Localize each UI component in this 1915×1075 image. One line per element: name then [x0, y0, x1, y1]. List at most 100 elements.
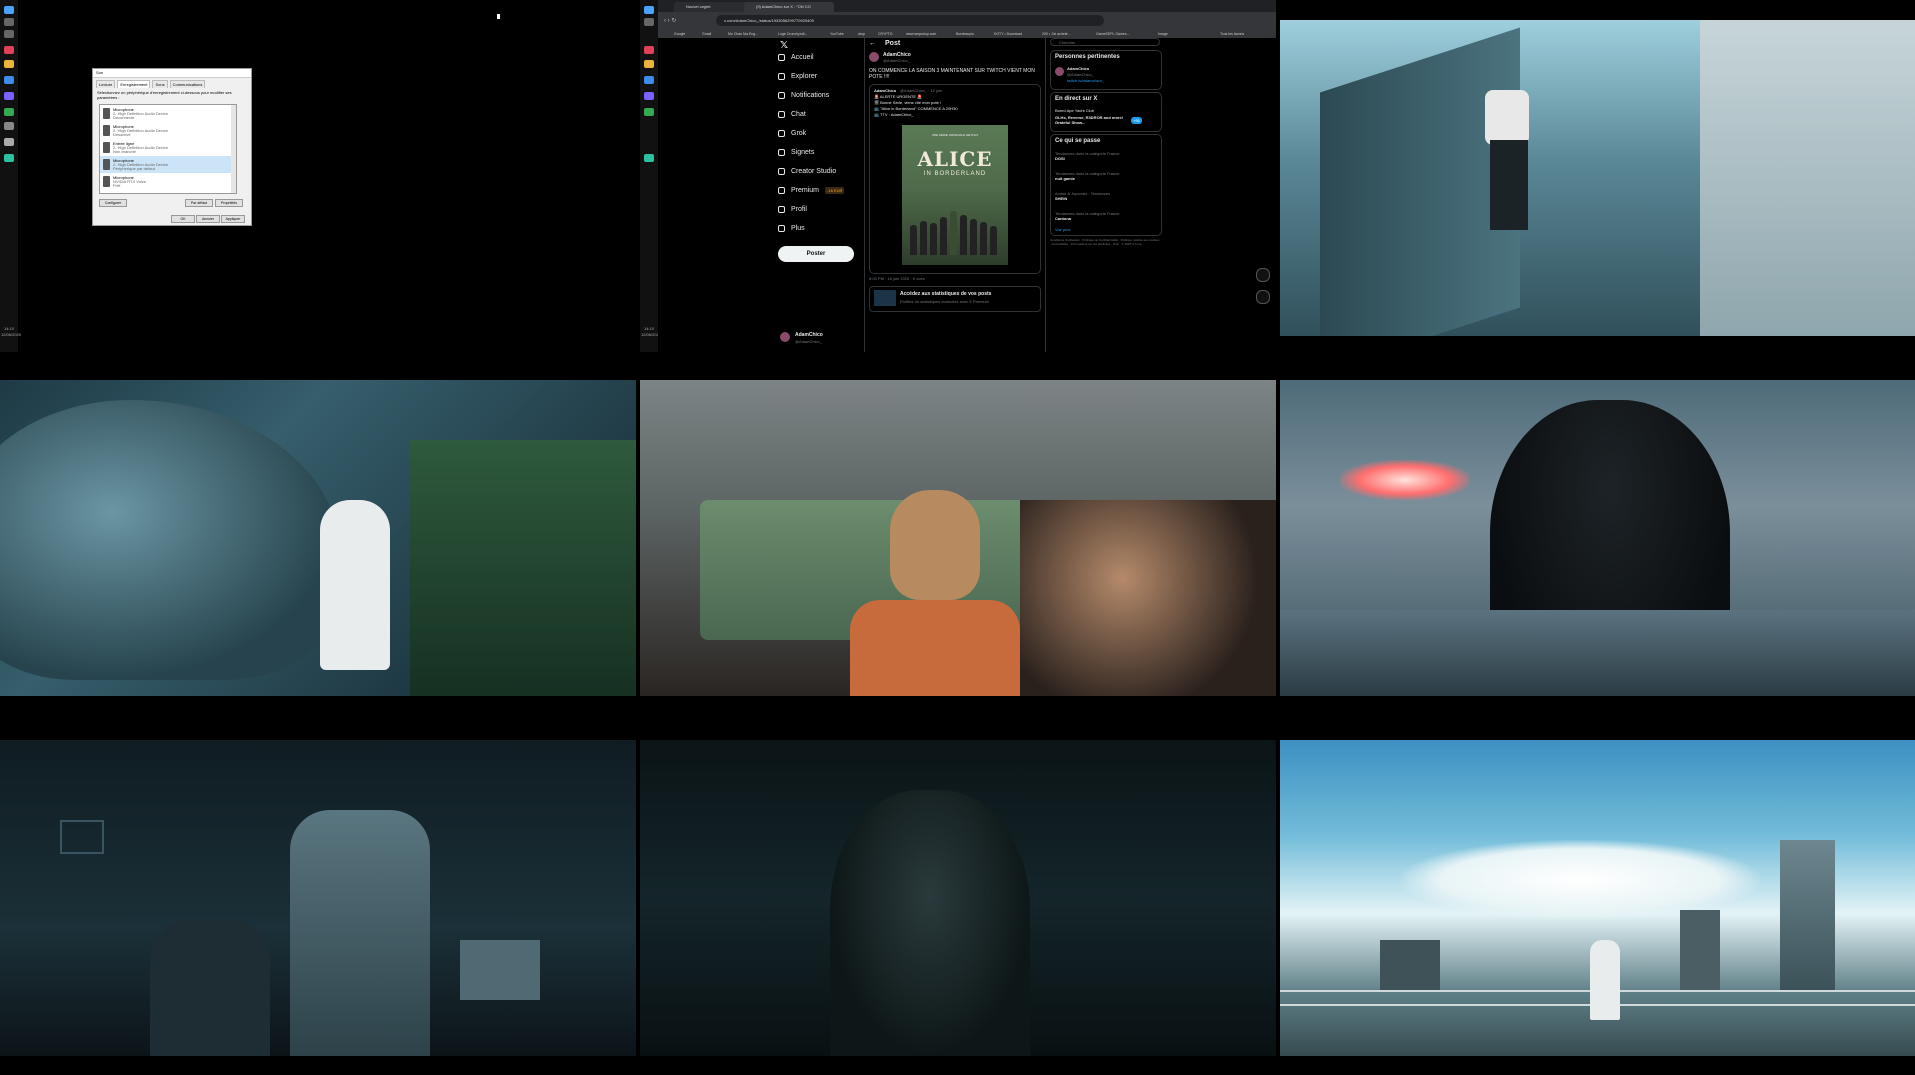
list-item[interactable]: Entrée ligne 2- High Definition Audio Dev… — [100, 139, 236, 156]
person-shape — [290, 810, 430, 1056]
list-item[interactable]: Microphone 2- High Definition Audio Devic… — [100, 105, 236, 122]
tab-recording[interactable]: Enregistrement — [117, 80, 151, 88]
trend-item[interactable]: Tendances dans la catégorie France nuit g… — [1055, 171, 1119, 181]
microphone-icon — [103, 159, 110, 170]
list-item[interactable]: Microphone 2- High Definition Audio Devic… — [100, 122, 236, 139]
steam-icon[interactable] — [4, 76, 14, 84]
ok-button[interactable]: OK — [171, 215, 195, 223]
chrome-icon[interactable] — [644, 108, 654, 116]
bookmark[interactable]: GameSEPL Games... — [1096, 30, 1130, 38]
app-icon[interactable] — [4, 46, 14, 54]
folder-icon[interactable] — [644, 60, 654, 68]
bookmark[interactable]: Google — [674, 30, 685, 38]
nav-label: Accueil — [791, 54, 814, 61]
obs-icon[interactable] — [644, 154, 654, 162]
default-button[interactable]: Par défaut — [185, 199, 213, 207]
bookmark[interactable]: Mo Chan Ma Eng... — [728, 30, 758, 38]
bookmark[interactable]: Bordeaupio — [956, 30, 974, 38]
nav-label: Chat — [791, 111, 806, 118]
start-icon[interactable] — [4, 6, 14, 14]
scrollbar[interactable] — [231, 105, 236, 193]
url-input[interactable]: x.com/AdamChico_/status/1933056299770925… — [716, 15, 1104, 26]
tab-playback[interactable]: Lecture — [96, 80, 116, 88]
discord-icon[interactable] — [644, 92, 654, 100]
app-icon[interactable] — [4, 138, 14, 146]
obs-icon[interactable] — [4, 154, 14, 162]
bushes-shape — [410, 440, 636, 696]
post-button[interactable]: Poster — [778, 246, 854, 262]
tab-strip: Nouvel onglet (9) AdamChico sur X : "ON … — [658, 0, 1276, 12]
relevant-bio[interactable]: twitch.tv/adamchico_ — [1067, 78, 1104, 83]
bookmark[interactable]: CRYPTO — [878, 30, 892, 38]
list-item[interactable]: Microphone 2- High Definition Audio Devic… — [100, 156, 236, 173]
search-icon[interactable] — [4, 18, 14, 26]
start-icon[interactable] — [644, 6, 654, 14]
quoted-line: 🎬 Bonne Série, viens vite mon pote ! — [874, 100, 942, 105]
folder-icon[interactable] — [4, 60, 14, 68]
browser-tab[interactable]: Nouvel onglet — [674, 2, 752, 12]
tab-communications[interactable]: Communications — [169, 80, 206, 88]
bookmark[interactable]: www.seqsdrop.com — [906, 30, 936, 38]
task-view-icon[interactable] — [4, 30, 14, 38]
cancel-button[interactable]: Annuler — [196, 215, 220, 223]
avatar[interactable] — [780, 332, 790, 342]
profile-icon — [778, 206, 785, 213]
bookmark[interactable]: KOTY • Download — [994, 30, 1022, 38]
nav-notifications[interactable]: Notifications — [778, 92, 829, 99]
avatar[interactable] — [869, 52, 879, 62]
live-text[interactable]: GLHs, Reverse, R3DROR and more! Grateful… — [1055, 115, 1125, 125]
quoted-post[interactable]: AdamChico @AdamChico_ · 12 juin 🚨 ALERTE… — [869, 84, 1041, 274]
bookmark[interactable]: YouTube — [830, 30, 844, 38]
nav-grok[interactable]: Grok — [778, 130, 806, 137]
trend-name: nuit gamie — [1055, 176, 1076, 181]
relevant-people: Personnes pertinentes AdamChico @AdamChi… — [1050, 50, 1162, 90]
clock-time: 14:10 — [643, 326, 654, 331]
discord-icon[interactable] — [4, 92, 14, 100]
configure-button[interactable]: Configurer — [99, 199, 127, 207]
nav-profile[interactable]: Profil — [778, 206, 807, 213]
footer-links[interactable]: Conditions d'utilisation · Politique de … — [1050, 238, 1160, 246]
bookmark[interactable]: Image — [1158, 30, 1168, 38]
relevant-name[interactable]: AdamChico — [1067, 66, 1089, 71]
trend-item[interactable]: Tendances dans la catégorie France DGSI — [1055, 151, 1119, 161]
list-item[interactable]: Microphone NVIDIA RTX Voice Prêt — [100, 173, 236, 190]
trend-item[interactable]: Tendances dans la catégorie France Canton… — [1055, 211, 1119, 221]
post-handle[interactable]: @AdamChico_ — [883, 58, 910, 63]
nav-more[interactable]: Plus — [778, 225, 805, 232]
skyscraper-shape — [1780, 840, 1835, 990]
bookmark[interactable]: Gmail — [702, 30, 711, 38]
monitor-shape — [60, 820, 104, 854]
search-icon[interactable] — [644, 18, 654, 26]
back-arrow-icon[interactable]: ← — [869, 40, 876, 47]
nav-bookmarks[interactable]: Signets — [778, 149, 814, 156]
bookmark[interactable]: Tous les favoris — [1220, 30, 1244, 38]
grok-icon[interactable] — [1256, 268, 1270, 282]
apply-button[interactable]: Appliquer — [221, 215, 245, 223]
nav-premium[interactable]: Premium -16 EUR — [778, 187, 845, 194]
trend-item[interactable]: Animé & Japonais · Tendances SHEIN — [1055, 191, 1110, 201]
bookmark[interactable]: 200 • J'ai acheté... — [1042, 30, 1071, 38]
poster-image[interactable]: UNE SÉRIE ORIGINALE NETFLIX ALICE IN BOR… — [902, 125, 1008, 265]
back-forward-icon[interactable]: ‹ › ↻ — [664, 17, 676, 24]
app-icon[interactable] — [644, 46, 654, 54]
nav-explore[interactable]: Explorer — [778, 73, 817, 80]
stats-promo[interactable]: Accédez aux statistiques de vos posts Pr… — [869, 286, 1041, 312]
nav-creator-studio[interactable]: Creator Studio — [778, 168, 836, 175]
browser-tab-active[interactable]: (9) AdamChico sur X : "ON CO — [744, 2, 834, 12]
x-logo-icon[interactable]: 𝕏 — [780, 40, 788, 51]
live-host[interactable]: Bored Ape Yacht Club — [1055, 108, 1094, 113]
chrome-icon[interactable] — [4, 108, 14, 116]
bookmark[interactable]: drop — [858, 30, 865, 38]
nav-home[interactable]: Accueil — [778, 54, 814, 61]
building-shape — [1380, 940, 1440, 990]
search-input[interactable]: Chercher — [1050, 38, 1160, 46]
avatar[interactable] — [1055, 67, 1064, 76]
bookmark[interactable]: Loge Crunchyroll... — [778, 30, 807, 38]
messages-icon[interactable] — [1256, 290, 1270, 304]
show-more-link[interactable]: Voir plus — [1055, 227, 1070, 232]
tab-sounds[interactable]: Sons — [152, 80, 168, 88]
steam-icon[interactable] — [644, 76, 654, 84]
properties-button[interactable]: Propriétés — [215, 199, 243, 207]
settings-icon[interactable] — [4, 122, 14, 130]
nav-chat[interactable]: Chat — [778, 111, 806, 118]
